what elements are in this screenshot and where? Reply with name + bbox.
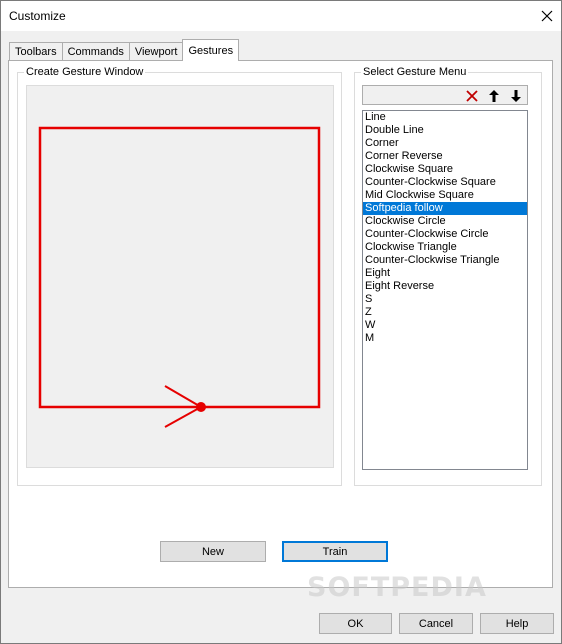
gesture-list-item[interactable]: Corner Reverse bbox=[363, 150, 527, 163]
new-gesture-button[interactable]: New bbox=[160, 541, 266, 562]
select-gesture-group: Select Gesture Menu Line Double Line Cor… bbox=[354, 66, 542, 486]
create-gesture-group: Create Gesture Window bbox=[17, 66, 342, 486]
gesture-list-item[interactable]: S bbox=[363, 293, 527, 306]
gesture-list-item[interactable]: Eight Reverse bbox=[363, 280, 527, 293]
close-button[interactable] bbox=[531, 0, 562, 31]
gesture-list-item[interactable]: Softpedia follow bbox=[363, 202, 527, 215]
gesture-toolbar bbox=[362, 85, 528, 105]
create-gesture-label: Create Gesture Window bbox=[24, 66, 146, 78]
gesture-list-item[interactable]: Eight bbox=[363, 267, 527, 280]
gesture-square-stroke bbox=[38, 126, 321, 409]
gesture-end-point bbox=[196, 402, 206, 412]
gesture-list-item[interactable]: Mid Clockwise Square bbox=[363, 189, 527, 202]
tab-strip: Toolbars Commands Viewport Gestures bbox=[9, 39, 240, 61]
gestures-panel: Create Gesture Window Select Gesture Men… bbox=[8, 60, 553, 588]
dialog-body: Toolbars Commands Viewport Gestures Crea… bbox=[1, 31, 561, 643]
tab-commands[interactable]: Commands bbox=[61, 42, 130, 61]
gesture-drawing bbox=[38, 126, 321, 428]
gesture-list-item[interactable]: Clockwise Square bbox=[363, 163, 527, 176]
gesture-list-item[interactable]: Counter-Clockwise Circle bbox=[363, 228, 527, 241]
watermark-text: SOFTPEDIA bbox=[307, 572, 487, 603]
gesture-list-item[interactable]: Corner bbox=[363, 137, 527, 150]
arrow-up-icon bbox=[489, 90, 499, 102]
gesture-list-item[interactable]: Clockwise Circle bbox=[363, 215, 527, 228]
train-gesture-button[interactable]: Train bbox=[282, 541, 388, 562]
gesture-list-item[interactable]: Counter-Clockwise Triangle bbox=[363, 254, 527, 267]
move-down-button[interactable] bbox=[507, 87, 525, 105]
close-icon bbox=[541, 10, 552, 21]
cancel-button[interactable]: Cancel bbox=[399, 613, 473, 634]
help-button[interactable]: Help bbox=[480, 613, 554, 634]
gesture-listbox[interactable]: Line Double Line Corner Corner Reverse Clock… bbox=[362, 110, 528, 470]
window-title: Customize bbox=[9, 9, 66, 23]
tab-toolbars[interactable]: Toolbars bbox=[9, 42, 63, 61]
ok-button[interactable]: OK bbox=[319, 613, 392, 634]
arrow-down-icon bbox=[511, 90, 521, 102]
select-gesture-label: Select Gesture Menu bbox=[361, 66, 469, 78]
delete-x-icon bbox=[466, 90, 478, 102]
tab-gestures[interactable]: Gestures bbox=[182, 39, 240, 61]
gesture-list-item[interactable]: Counter-Clockwise Square bbox=[363, 176, 527, 189]
gesture-list-item[interactable]: W bbox=[363, 319, 527, 332]
title-bar: Customize bbox=[0, 0, 562, 31]
gesture-list-item[interactable]: Line bbox=[363, 111, 527, 124]
move-up-button[interactable] bbox=[485, 87, 503, 105]
delete-gesture-button[interactable] bbox=[463, 87, 481, 105]
gesture-list-item[interactable]: Clockwise Triangle bbox=[363, 241, 527, 254]
gesture-list-item[interactable]: Double Line bbox=[363, 124, 527, 137]
gesture-list-item[interactable]: Z bbox=[363, 306, 527, 319]
gesture-canvas[interactable] bbox=[26, 85, 334, 468]
tab-viewport[interactable]: Viewport bbox=[128, 42, 184, 61]
gesture-list-item[interactable]: M bbox=[363, 332, 527, 345]
